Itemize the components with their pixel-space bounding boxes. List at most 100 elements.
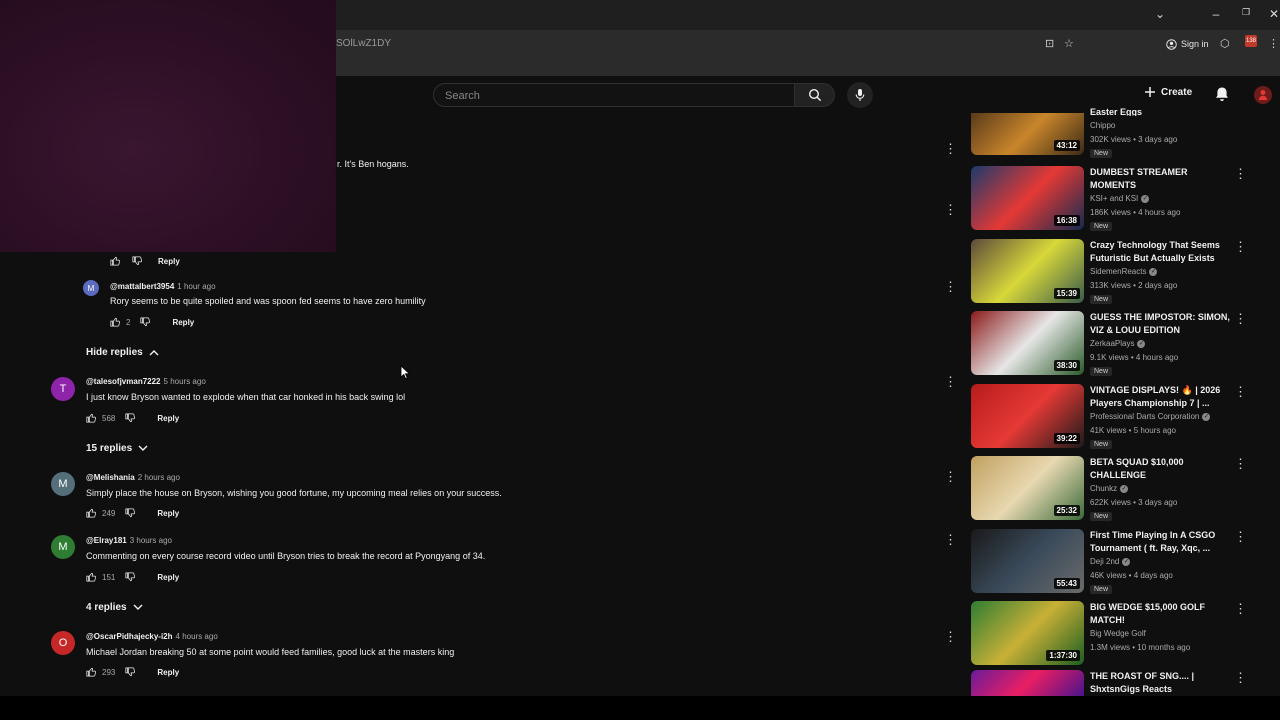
video-thumbnail[interactable] xyxy=(971,670,1084,696)
video-thumbnail[interactable]: 55:43 xyxy=(971,529,1084,593)
author-handle[interactable]: @mattalbert3954 xyxy=(110,282,174,291)
reply-author[interactable]: @mattalbert3954 1 hour ago xyxy=(110,282,216,291)
video-channel[interactable]: ZerkaaPlays ✓ xyxy=(1090,339,1146,348)
reply-button[interactable]: Reply xyxy=(157,668,179,677)
channel-name[interactable]: Deji 2nd xyxy=(1090,557,1119,566)
create-button[interactable]: Create xyxy=(1144,86,1192,98)
channel-name[interactable]: KSI+ and KSI xyxy=(1090,194,1138,203)
video-channel[interactable]: Big Wedge Golf xyxy=(1090,629,1146,638)
video-menu-icon[interactable]: ⋮ xyxy=(1234,602,1247,615)
author-handle[interactable]: @Melishania xyxy=(86,473,135,482)
video-thumbnail[interactable]: 1:37:30 xyxy=(971,601,1084,665)
author-handle[interactable]: @talesofjvman7222 xyxy=(86,377,161,386)
thumbs-down-icon[interactable] xyxy=(125,572,136,582)
comment-time[interactable]: 5 hours ago xyxy=(164,377,206,386)
browser-signin-button[interactable]: Sign in xyxy=(1166,36,1209,52)
video-thumbnail[interactable]: 25:32 xyxy=(971,456,1084,520)
thumbs-up-icon[interactable] xyxy=(86,508,96,518)
thumbs-down-icon[interactable] xyxy=(125,413,136,423)
video-channel[interactable]: Chunkz ✓ xyxy=(1090,484,1129,493)
video-title[interactable]: Easter Eggs xyxy=(1090,106,1232,116)
reply-time[interactable]: 1 hour ago xyxy=(177,282,215,291)
video-title[interactable]: First Time Playing In A CSGO Tournament … xyxy=(1090,529,1232,555)
thumbs-down-icon[interactable] xyxy=(125,508,136,518)
video-channel[interactable]: Deji 2nd ✓ xyxy=(1090,557,1131,566)
author-handle[interactable]: @Elray181 xyxy=(86,536,127,545)
reply-button[interactable]: Reply xyxy=(172,318,194,327)
thumbs-up-icon[interactable] xyxy=(86,667,96,677)
video-title[interactable]: Crazy Technology That Seems Futuristic B… xyxy=(1090,239,1232,265)
comment-menu-icon[interactable]: ⋮ xyxy=(944,280,957,293)
avatar[interactable]: M xyxy=(83,280,99,296)
thumbs-up-icon[interactable] xyxy=(86,572,96,582)
reply-button[interactable]: Reply xyxy=(157,414,179,423)
extension-badge[interactable]: 138 xyxy=(1245,35,1257,47)
comment-time[interactable]: 4 hours ago xyxy=(176,632,218,641)
comment-menu-icon[interactable]: ⋮ xyxy=(944,203,957,216)
video-menu-icon[interactable]: ⋮ xyxy=(1234,240,1247,253)
channel-name[interactable]: Chunkz xyxy=(1090,484,1117,493)
video-thumbnail[interactable]: 16:38 xyxy=(971,166,1084,230)
video-menu-icon[interactable]: ⋮ xyxy=(1234,671,1247,684)
video-menu-icon[interactable]: ⋮ xyxy=(1234,167,1247,180)
video-thumbnail[interactable]: 43:12 xyxy=(971,113,1084,155)
video-title[interactable]: VINTAGE DISPLAYS! 🔥 | 2026 Players Champ… xyxy=(1090,384,1232,410)
channel-name[interactable]: Chippo xyxy=(1090,121,1115,130)
comment-menu-icon[interactable]: ⋮ xyxy=(944,470,957,483)
close-icon[interactable]: ✕ xyxy=(1266,7,1280,21)
author-handle[interactable]: @OscarPidhajecky-i2h xyxy=(86,632,173,641)
search-button[interactable] xyxy=(795,83,835,107)
comment-menu-icon[interactable]: ⋮ xyxy=(944,142,957,155)
channel-name[interactable]: ZerkaaPlays xyxy=(1090,339,1134,348)
extensions-puzzle-icon[interactable]: ⬡ xyxy=(1220,37,1230,50)
view-replies-button[interactable]: 4 replies xyxy=(86,602,143,613)
video-menu-icon[interactable]: ⋮ xyxy=(1234,385,1247,398)
avatar[interactable]: O xyxy=(51,631,75,655)
comment-time[interactable]: 3 hours ago xyxy=(130,536,172,545)
avatar[interactable]: M xyxy=(51,472,75,496)
reply-button[interactable]: Reply xyxy=(157,509,179,518)
video-channel[interactable]: Professional Darts Corporation ✓ xyxy=(1090,412,1211,421)
video-channel[interactable]: SidemenReacts ✓ xyxy=(1090,267,1158,276)
thumbs-down-icon[interactable] xyxy=(140,317,151,327)
thumbs-down-icon[interactable] xyxy=(125,667,136,677)
channel-name[interactable]: SidemenReacts xyxy=(1090,267,1146,276)
video-channel[interactable]: Chippo xyxy=(1090,121,1115,130)
comment-menu-icon[interactable]: ⋮ xyxy=(944,375,957,388)
avatar[interactable]: M xyxy=(51,535,75,559)
reply-button[interactable]: Reply xyxy=(158,257,180,266)
thumbs-down-icon[interactable] xyxy=(132,256,142,266)
thumbs-up-icon[interactable] xyxy=(110,256,120,266)
tab-list-chevron-icon[interactable]: ⌄ xyxy=(1152,7,1168,21)
reply-button[interactable]: Reply xyxy=(157,573,179,582)
comment-author[interactable]: @OscarPidhajecky-i2h 4 hours ago xyxy=(86,632,218,641)
video-title[interactable]: GUESS THE IMPOSTOR: SIMON, VIZ & LOUU ED… xyxy=(1090,311,1232,337)
maximize-icon[interactable]: ❐ xyxy=(1238,7,1254,18)
comment-time[interactable]: 2 hours ago xyxy=(138,473,180,482)
thumbs-up-icon[interactable] xyxy=(86,413,96,423)
install-app-icon[interactable]: ⊡ xyxy=(1045,37,1054,50)
comment-author[interactable]: @Melishania 2 hours ago xyxy=(86,473,180,482)
account-avatar[interactable] xyxy=(1254,86,1272,104)
bookmark-star-icon[interactable]: ☆ xyxy=(1064,37,1074,50)
video-menu-icon[interactable]: ⋮ xyxy=(1234,530,1247,543)
video-thumbnail[interactable]: 39:22 xyxy=(971,384,1084,448)
video-thumbnail[interactable]: 15:39 xyxy=(971,239,1084,303)
comment-menu-icon[interactable]: ⋮ xyxy=(944,533,957,546)
comment-author[interactable]: @Elray181 3 hours ago xyxy=(86,536,172,545)
view-replies-button[interactable]: 15 replies xyxy=(86,443,148,454)
thumbs-up-icon[interactable] xyxy=(110,317,120,327)
avatar[interactable]: T xyxy=(51,377,75,401)
video-menu-icon[interactable]: ⋮ xyxy=(1234,312,1247,325)
video-title[interactable]: DUMBEST STREAMER MOMENTS xyxy=(1090,166,1232,192)
channel-name[interactable]: Professional Darts Corporation xyxy=(1090,412,1199,421)
video-title[interactable]: BETA SQUAD $10,000 CHALLENGE xyxy=(1090,456,1232,482)
channel-name[interactable]: Big Wedge Golf xyxy=(1090,629,1146,638)
comment-author[interactable]: @talesofjvman7222 5 hours ago xyxy=(86,377,206,386)
video-title[interactable]: THE ROAST OF SNG.... | ShxtsnGigs Reacts xyxy=(1090,670,1232,696)
hide-replies-button[interactable]: Hide replies xyxy=(86,347,159,358)
browser-menu-icon[interactable]: ⋮ xyxy=(1268,37,1279,50)
video-channel[interactable]: KSI+ and KSI ✓ xyxy=(1090,194,1150,203)
url-text[interactable]: SOlLwZ1DY xyxy=(336,38,391,49)
notifications-button[interactable] xyxy=(1214,86,1230,108)
